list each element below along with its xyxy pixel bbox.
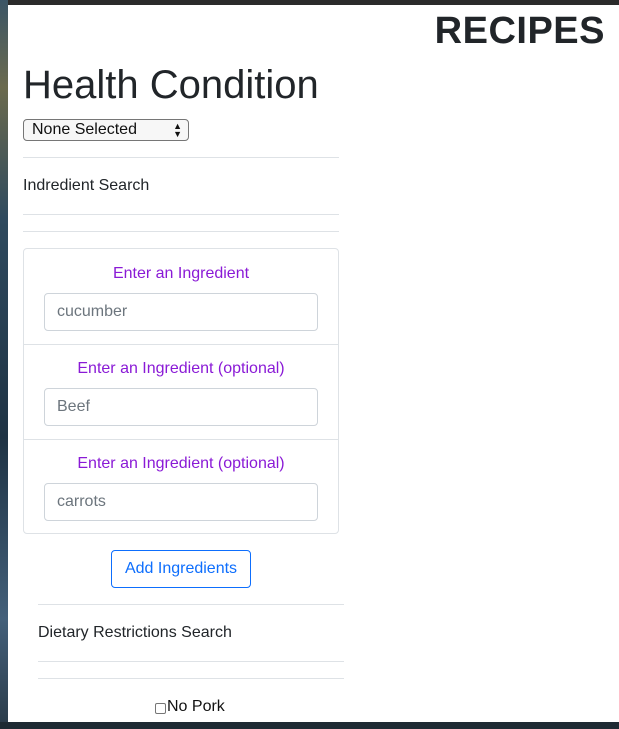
add-ingredients-button[interactable]: Add Ingredients [111,550,251,588]
no-pork-label: No Pork [167,698,225,715]
divider [38,678,344,679]
ingredient-field-1: Enter an Ingredient [24,249,338,344]
desktop-background [0,0,8,729]
ingredient-field-3: Enter an Ingredient (optional) [24,439,338,534]
divider [23,214,339,215]
ingredient-list: Enter an Ingredient Enter an Ingredient … [23,248,339,534]
ingredient-field-label: Enter an Ingredient (optional) [77,455,285,472]
divider [23,157,339,158]
ingredient-field-2: Enter an Ingredient (optional) [24,344,338,439]
health-condition-select[interactable]: None Selected ▲ ▼ [23,119,189,141]
divider [38,661,344,662]
divider [24,439,338,440]
recipes-page: RECIPES Health Condition None Selected ▲… [8,5,619,722]
health-condition-heading: Health Condition [23,63,319,107]
no-pork-option: No Pork [155,698,225,716]
ingredient-search-label: Indredient Search [23,177,150,194]
health-condition-select-value: None Selected [32,121,137,138]
divider [23,231,339,232]
no-pork-checkbox[interactable] [155,703,166,714]
dietary-restrictions-label: Dietary Restrictions Search [38,624,232,641]
select-arrows-icon: ▲ ▼ [173,121,182,139]
divider [24,344,338,345]
app-title: RECIPES [434,10,605,52]
divider [38,604,344,605]
window-bottom-edge [0,722,619,729]
ingredient-input-3[interactable] [44,483,318,521]
ingredient-field-label: Enter an Ingredient (optional) [77,360,285,377]
ingredient-input-2[interactable] [44,388,318,426]
ingredient-input-1[interactable] [44,293,318,331]
ingredient-field-label: Enter an Ingredient [112,265,250,282]
